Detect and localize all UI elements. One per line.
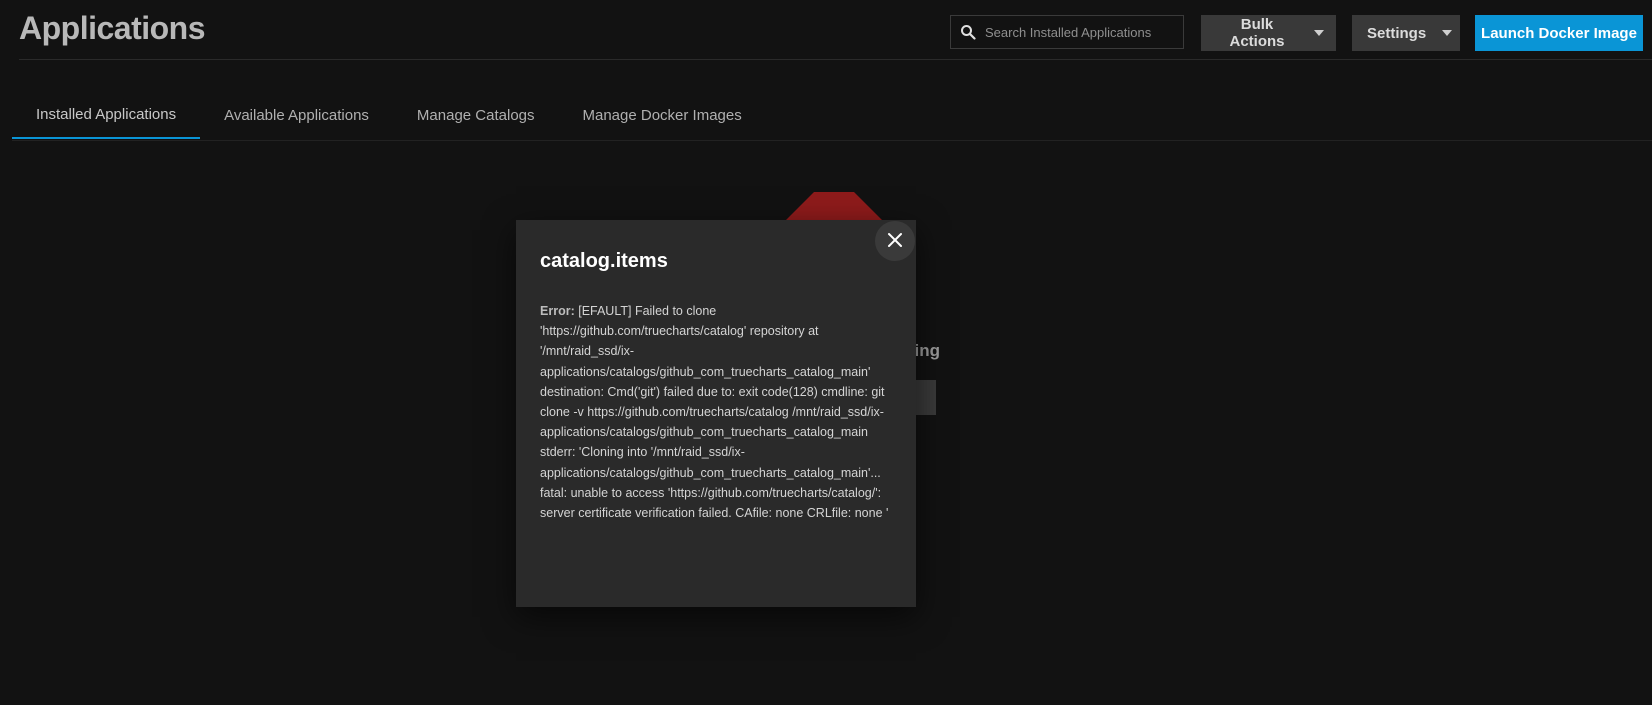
page-title: Applications — [19, 10, 206, 46]
error-message: [EFAULT] Failed to clone 'https://github… — [540, 304, 889, 521]
chevron-down-icon — [1314, 30, 1324, 36]
chevron-down-icon — [1442, 30, 1453, 36]
search-input[interactable] — [985, 16, 1183, 48]
dialog-title: catalog.items — [540, 250, 668, 272]
error-dialog: catalog.items Error: [EFAULT] Failed to … — [516, 220, 916, 607]
tab-bar: Installed Applications Available Applica… — [12, 92, 766, 140]
search-box[interactable] — [950, 15, 1184, 49]
settings-button[interactable]: Settings — [1352, 15, 1460, 51]
error-label: Error: — [540, 304, 575, 318]
close-icon — [887, 232, 903, 251]
tab-manage-docker-images[interactable]: Manage Docker Images — [559, 92, 766, 139]
tab-installed-applications[interactable]: Installed Applications — [12, 92, 201, 139]
close-button[interactable] — [875, 221, 915, 261]
header-divider — [19, 59, 1652, 60]
tab-available-applications[interactable]: Available Applications — [200, 92, 393, 139]
bulk-actions-label: Bulk Actions — [1229, 16, 1285, 50]
bulk-actions-button[interactable]: Bulk Actions — [1201, 15, 1336, 51]
search-icon — [951, 24, 985, 40]
settings-label: Settings — [1367, 24, 1427, 42]
tabs-divider — [12, 140, 1652, 141]
tab-manage-catalogs[interactable]: Manage Catalogs — [393, 92, 559, 139]
launch-docker-image-button[interactable]: Launch Docker Image — [1475, 15, 1643, 51]
dialog-message: Error: [EFAULT] Failed to clone 'https:/… — [540, 301, 892, 523]
applications-page: Applications Bulk Actions Settings Launc… — [0, 0, 1652, 705]
